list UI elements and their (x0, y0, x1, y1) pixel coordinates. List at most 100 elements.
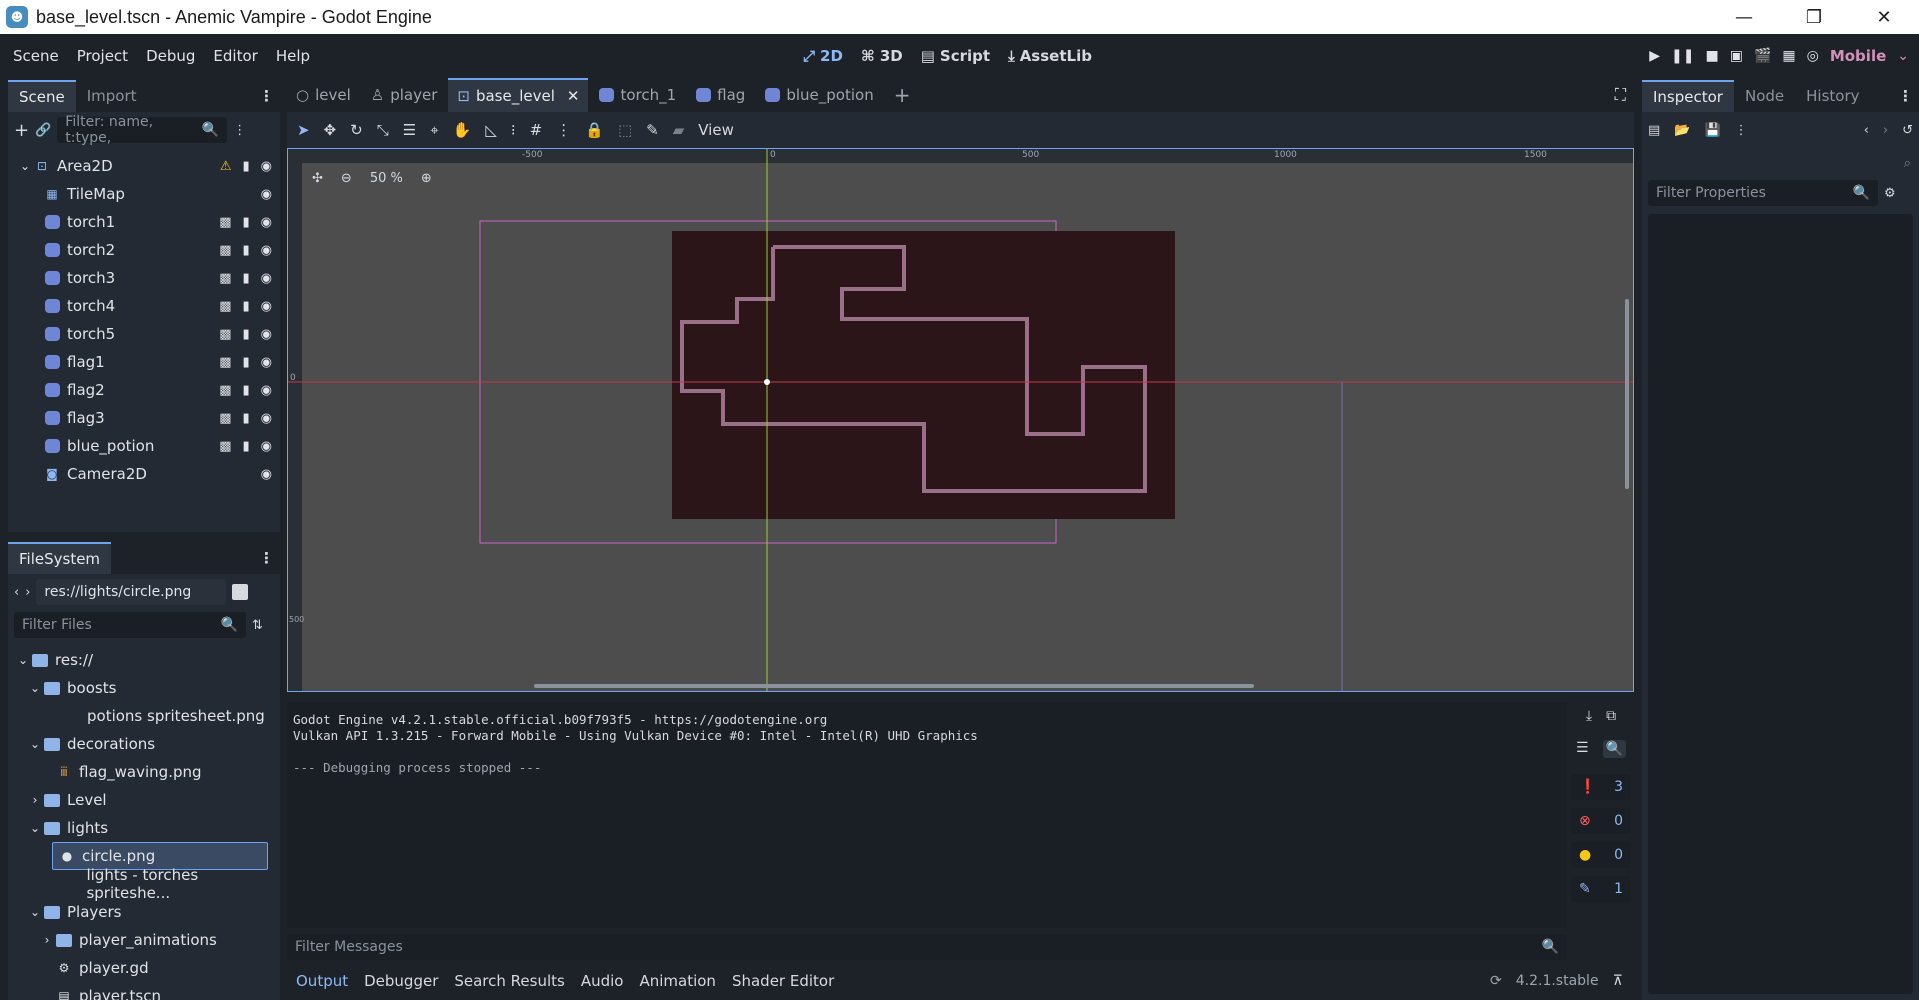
script-attached-icon[interactable]: ▮ (243, 355, 250, 370)
split-mode-icon[interactable] (232, 584, 249, 600)
instance-icon[interactable]: ▩ (219, 243, 231, 258)
instance-icon[interactable]: ▩ (219, 327, 231, 342)
filter-messages-input[interactable]: Filter Messages 🔍 (287, 934, 1567, 960)
warning-icon[interactable]: ⚠ (220, 159, 232, 174)
move-tool-icon[interactable]: ✥ (324, 121, 337, 139)
script-attached-icon[interactable]: ▮ (243, 271, 250, 286)
mode-script-button[interactable]: ▤ Script (921, 47, 990, 65)
object-history-icon[interactable]: ↺ (1902, 123, 1913, 138)
errors-filter-toggle[interactable]: ⊗ 0 (1571, 808, 1631, 834)
stop-icon[interactable]: ■ (1705, 48, 1718, 64)
visibility-icon[interactable]: ◉ (261, 187, 272, 202)
visibility-icon[interactable]: ◉ (261, 355, 272, 370)
collapse-icon[interactable]: ☰ (1576, 740, 1589, 758)
scale-tool-icon[interactable]: ⤡ (377, 121, 389, 139)
history-forward-icon[interactable]: › (1883, 123, 1888, 138)
script-attached-icon[interactable]: ▮ (243, 243, 250, 258)
tree-node-flag1[interactable]: flag1 ▩ ▮ ◉ (8, 348, 280, 376)
dock-menu-icon[interactable]: ⋮ (259, 87, 274, 105)
minimize-button[interactable]: — (1709, 0, 1779, 34)
skeleton-icon[interactable]: ✎ (646, 121, 659, 139)
link-icon[interactable]: 🔗 (35, 123, 51, 138)
group-icon[interactable]: ⬚ (618, 121, 632, 139)
menu-project[interactable]: Project (68, 47, 137, 65)
tab-node[interactable]: Node (1734, 80, 1795, 112)
tree-node-area2d[interactable]: ⌄ ⊡ Area2D ⚠ ▮ ◉ (8, 152, 280, 180)
inspector-options-icon[interactable]: ⋮ (1735, 123, 1748, 138)
pause-icon[interactable]: ❚❚ (1671, 48, 1694, 64)
scene-filter-input[interactable]: Filter: name, t:type, 🔍 (57, 114, 228, 146)
distraction-free-icon[interactable]: ⛶ (1615, 85, 1626, 105)
visibility-icon[interactable]: ◉ (261, 439, 272, 454)
file-player-gd[interactable]: ⚙ player.gd (8, 954, 280, 982)
tree-node-torch4[interactable]: torch4 ▩ ▮ ◉ (8, 292, 280, 320)
visibility-icon[interactable]: ◉ (261, 299, 272, 314)
tab-audio[interactable]: Audio (581, 972, 624, 990)
expand-arrow-icon[interactable]: ⌄ (30, 680, 40, 696)
dock-menu-icon[interactable]: ⋮ (1898, 87, 1913, 105)
visibility-icon[interactable]: ◉ (261, 467, 272, 482)
folder-player-animations[interactable]: › player_animations (8, 926, 280, 954)
menu-debug[interactable]: Debug (137, 47, 204, 65)
mode-2d-button[interactable]: ⤢ 2D (803, 47, 843, 65)
instance-icon[interactable]: ▩ (219, 355, 231, 370)
select-tool-icon[interactable]: ➤ (297, 121, 310, 139)
collapsed-arrow-icon[interactable]: › (42, 932, 52, 948)
update-spinner-icon[interactable]: ⟳ (1490, 973, 1502, 989)
lock-icon[interactable]: 🔒 (585, 121, 604, 139)
file-flag-waving[interactable]: ⅲ flag_waving.png (8, 758, 280, 786)
tab-filesystem[interactable]: FileSystem (8, 542, 112, 574)
warnings-filter-toggle[interactable]: ● 0 (1571, 842, 1631, 868)
script-attached-icon[interactable]: ▮ (243, 439, 250, 454)
filter-files-input[interactable]: Filter Files 🔍 (14, 612, 246, 638)
collapsed-arrow-icon[interactable]: › (30, 792, 40, 808)
visibility-icon[interactable]: ◉ (261, 271, 272, 286)
tree-node-torch3[interactable]: torch3 ▩ ▮ ◉ (8, 264, 280, 292)
clear-output-icon[interactable]: ⤓ (1586, 708, 1592, 724)
tree-node-torch5[interactable]: torch5 ▩ ▮ ◉ (8, 320, 280, 348)
add-node-icon[interactable]: + (14, 120, 29, 141)
script-attached-icon[interactable]: ▮ (243, 411, 250, 426)
instance-icon[interactable]: ▩ (219, 439, 231, 454)
folder-lights[interactable]: ⌄ lights (8, 814, 280, 842)
tab-animation[interactable]: Animation (639, 972, 715, 990)
tab-debugger[interactable]: Debugger (364, 972, 438, 990)
camera-override-icon[interactable]: ▰ (673, 121, 685, 139)
sort-icon[interactable]: ⇅ (252, 618, 263, 633)
folder-boosts[interactable]: ⌄ boosts (8, 674, 280, 702)
tab-inspector[interactable]: Inspector (1642, 80, 1734, 112)
tab-search-results[interactable]: Search Results (454, 972, 564, 990)
open-docs-icon[interactable]: ⌕ (1904, 156, 1911, 171)
tree-node-tilemap[interactable]: ▦ TileMap ◉ (8, 180, 280, 208)
tab-history[interactable]: History (1795, 80, 1870, 112)
visibility-icon[interactable]: ◉ (261, 215, 272, 230)
play-custom-scene-icon[interactable]: ▦ (1782, 48, 1795, 64)
mode-3d-button[interactable]: ⌘ 3D (861, 47, 903, 65)
instance-icon[interactable]: ▩ (219, 383, 231, 398)
expand-arrow-icon[interactable]: ⌄ (30, 736, 40, 752)
tab-shader-editor[interactable]: Shader Editor (732, 972, 834, 990)
dock-menu-icon[interactable]: ⋮ (259, 549, 274, 567)
tab-player[interactable]: ♙ player (362, 78, 447, 112)
script-attached-icon[interactable]: ▮ (243, 215, 250, 230)
instance-icon[interactable]: ▩ (219, 299, 231, 314)
history-back-icon[interactable]: ‹ (1864, 123, 1869, 138)
visibility-icon[interactable]: ◉ (261, 383, 272, 398)
menu-editor[interactable]: Editor (204, 47, 266, 65)
tree-node-blue-potion[interactable]: blue_potion ▩ ▮ ◉ (8, 432, 280, 460)
folder-players[interactable]: ⌄ Players (8, 898, 280, 926)
tab-base-level[interactable]: ⊡ base_level ✕ (448, 78, 589, 112)
rotate-tool-icon[interactable]: ↻ (350, 121, 363, 139)
new-resource-icon[interactable]: ▤ (1648, 123, 1660, 138)
add-tab-button[interactable]: + (885, 78, 920, 112)
file-potions-spritesheet[interactable]: potions spritesheet.png (8, 702, 280, 730)
menu-help[interactable]: Help (267, 47, 319, 65)
expand-arrow-icon[interactable]: ⌄ (30, 904, 40, 920)
tab-import[interactable]: Import (76, 80, 148, 112)
editor-messages-filter-toggle[interactable]: ✎ 1 (1571, 876, 1631, 902)
play-icon[interactable]: ▶ (1649, 48, 1660, 64)
file-lights-torches[interactable]: lights - torches spriteshe... (8, 866, 280, 902)
visibility-icon[interactable]: ◉ (261, 411, 272, 426)
movie-maker-icon[interactable]: ◎ (1807, 48, 1819, 64)
pan-tool-icon[interactable]: ✋ (453, 121, 472, 139)
